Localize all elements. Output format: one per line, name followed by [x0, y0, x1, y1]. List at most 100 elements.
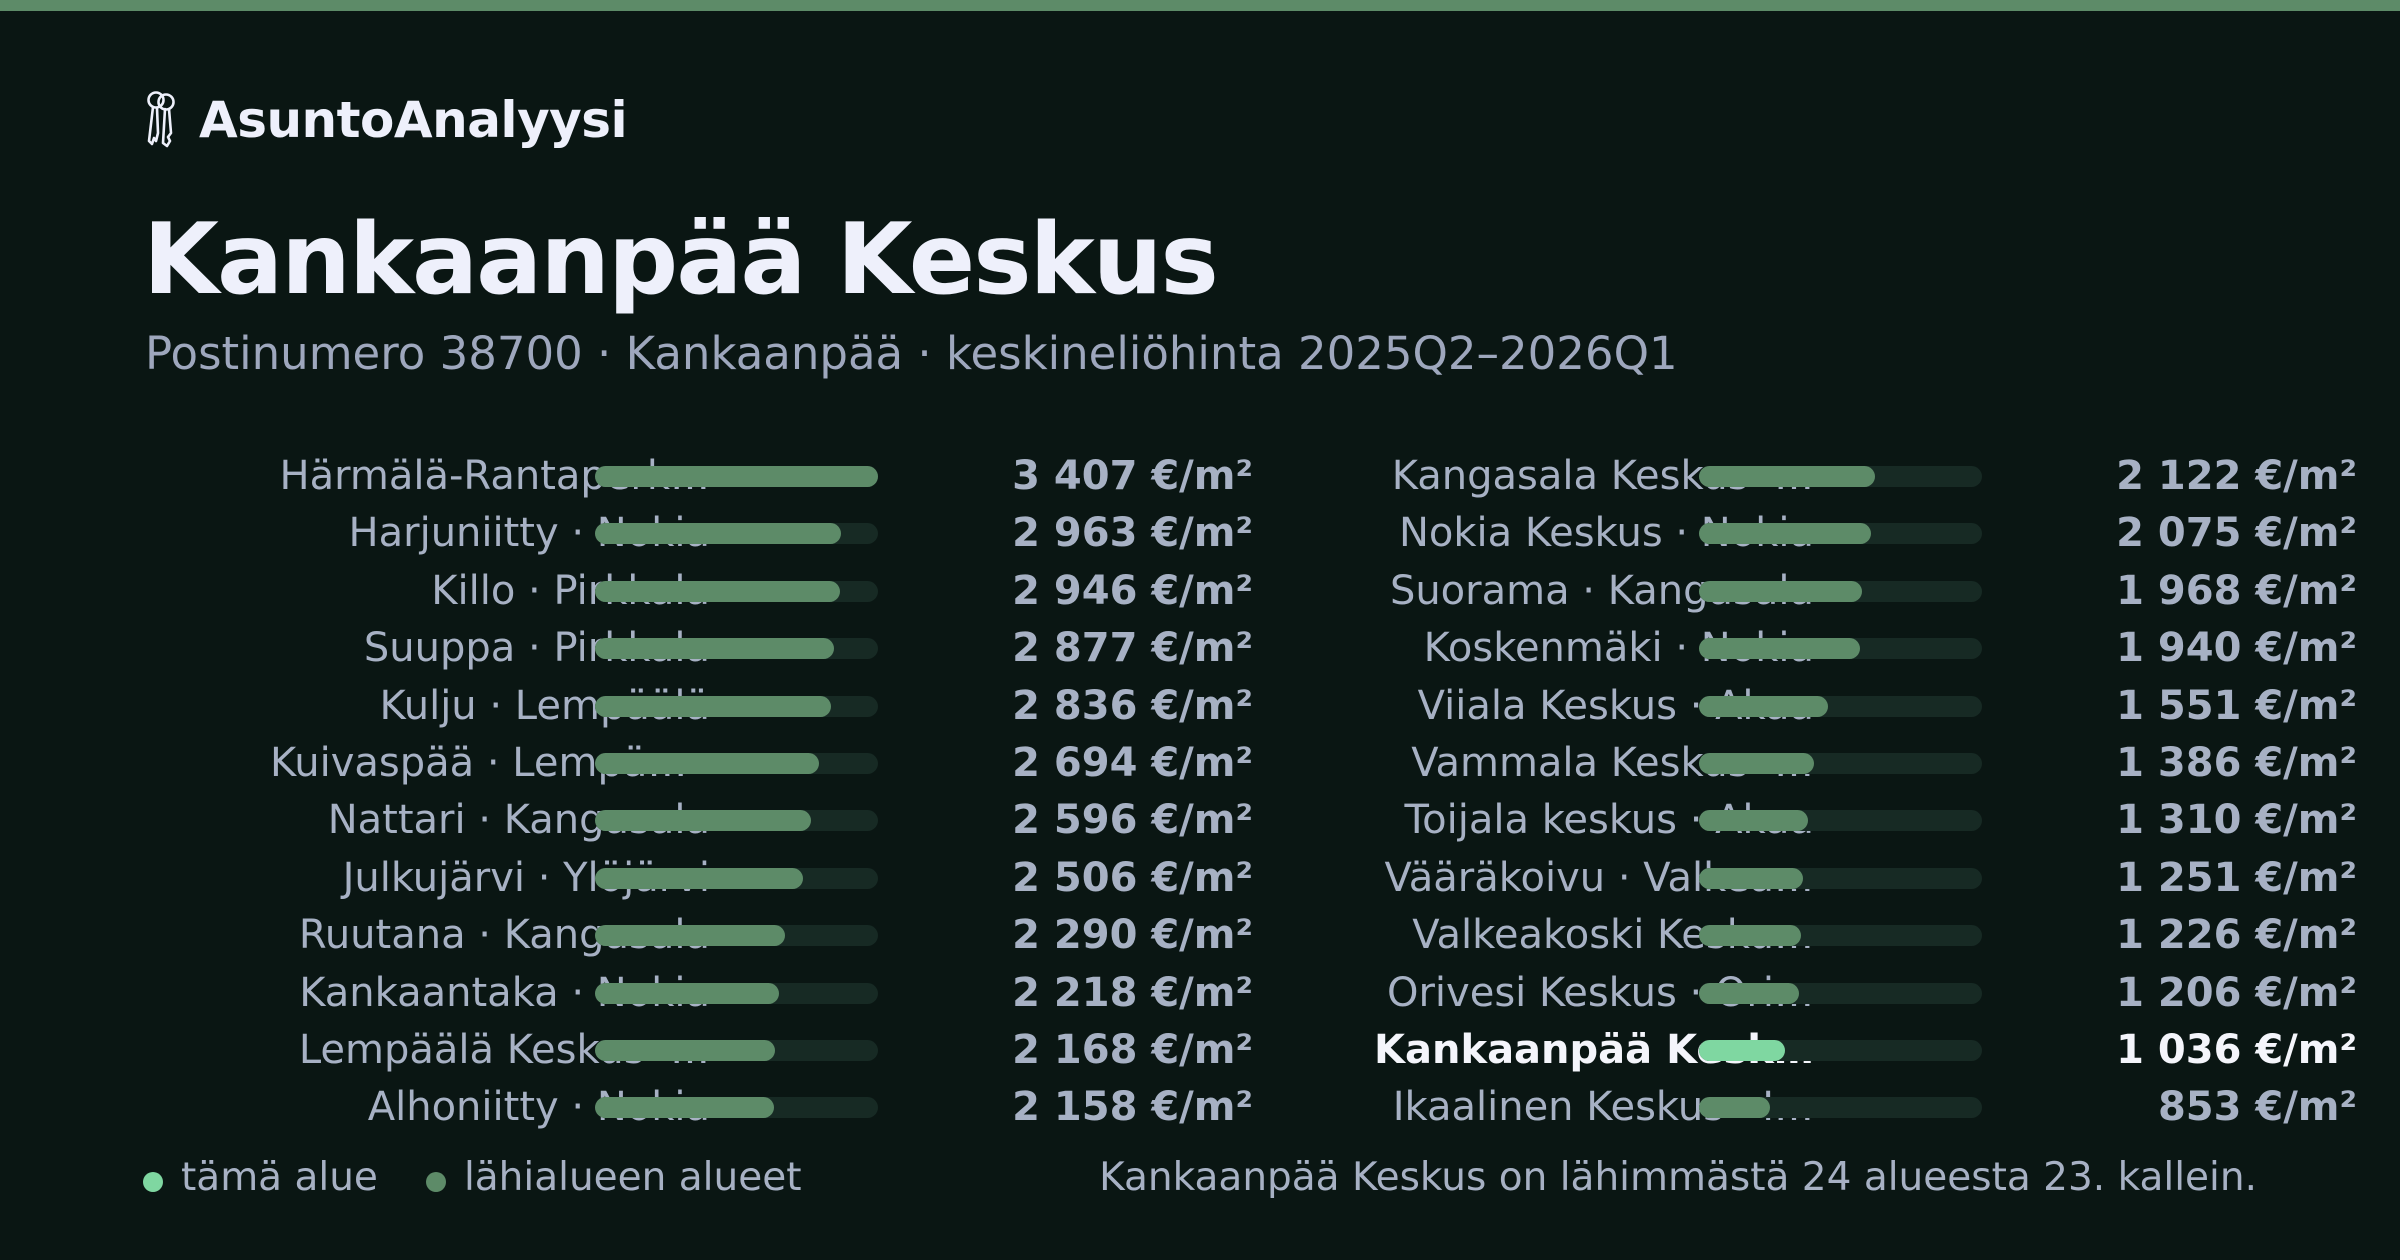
bar-fill	[595, 1097, 775, 1119]
bar-row: Vääräkoivu · Valkea… 1 251 €/m²	[1247, 849, 2357, 906]
bar-value-label: 1 310 €/m²	[2116, 797, 2357, 844]
bar-value-label: 1 940 €/m²	[2116, 625, 2357, 672]
bar-row: Kangasala Keskus ·… 2 122 €/m²	[1247, 447, 2357, 504]
bar-value-label: 2 218 €/m²	[1012, 969, 1253, 1016]
bar-value-label: 2 596 €/m²	[1012, 797, 1253, 844]
legend-label-nearby-areas: lähialueen alueet	[463, 1155, 802, 1200]
bar-value-label: 2 122 €/m²	[2116, 453, 2357, 499]
bar-fill	[1699, 638, 1861, 660]
bar-track	[1699, 752, 1982, 774]
bar-fill	[1699, 1097, 1770, 1119]
bar-row: Kulju · Lempäälä 2 836 €/m²	[143, 677, 1253, 734]
bar-track	[1699, 638, 1982, 660]
bar-value-label: 2 946 €/m²	[1012, 567, 1253, 614]
rank-footnote: Kankaanpää Keskus on lähimmästä 24 aluee…	[1099, 1155, 2257, 1200]
bar-row: Kuivaspää · Lempää… 2 694 €/m²	[143, 734, 1253, 791]
bar-value-label: 3 407 €/m²	[1012, 453, 1253, 499]
bar-row: Orivesi Keskus · Ori… 1 206 €/m²	[1247, 964, 2357, 1021]
bar-row: Toijala keskus · Akaa 1 310 €/m²	[1247, 791, 2358, 848]
bar-track	[595, 867, 878, 889]
bar-row: Julkujärvi · Ylöjärvi 2 506 €/m²	[143, 849, 1253, 906]
bar-value-label: 853 €/m²	[2157, 1084, 2357, 1131]
legend-label-this-area: tämä alue	[181, 1155, 378, 1200]
bar-value-label: 2 694 €/m²	[1012, 739, 1253, 786]
page-title: Kankaanpää Keskus	[143, 203, 1219, 317]
bar-row: Killo · Pirkkala 2 946 €/m²	[143, 562, 1253, 619]
bar-fill	[1699, 810, 1808, 832]
legend-item-nearby-areas: lähialueen alueet	[425, 1150, 802, 1206]
bar-fill	[595, 580, 840, 602]
bar-row: Suorama · Kangasala 1 968 €/m²	[1247, 562, 2357, 619]
legend-dot-nearby-areas	[425, 1172, 446, 1192]
bar-value-label: 1 251 €/m²	[2116, 854, 2357, 901]
bar-track	[1699, 867, 1982, 889]
bar-track	[595, 982, 878, 1004]
bar-fill	[1699, 580, 1863, 602]
bar-track	[1699, 982, 1982, 1004]
legend-dot-this-area	[143, 1172, 163, 1192]
bar-value-label: 2 075 €/m²	[2116, 510, 2357, 557]
bar-fill	[595, 638, 834, 660]
bar-row: Viiala Keskus · Akaa 1 551 €/m²	[1247, 677, 2357, 734]
bar-track	[595, 695, 878, 717]
bar-fill	[1699, 695, 1828, 717]
bar-track	[595, 810, 878, 832]
bar-row: Vammala Keskus ·… 1 386 €/m²	[1247, 734, 2357, 791]
bar-track	[595, 638, 878, 660]
bar-value-label: 2 836 €/m²	[1012, 682, 1253, 729]
bar-track	[1699, 695, 1982, 717]
bar-fill	[595, 925, 786, 947]
bar-row: Nattari · Kangasala 2 596 €/m²	[143, 791, 1253, 848]
bar-row-highlight: Kankaanpää Kesku… 1 036 €/m²	[1247, 1021, 2357, 1078]
bar-row: Harjuniitty · Nokia 2 963 €/m²	[143, 504, 1253, 561]
bar-row: Valkeakoski Kesku… 1 226 €/m²	[1247, 906, 2357, 963]
bar-fill	[1699, 466, 1876, 487]
bar-fill-highlight	[1699, 1039, 1786, 1061]
bar-fill	[595, 695, 831, 717]
bar-track	[595, 466, 878, 487]
brand-name: AsuntoAnalyysi	[199, 91, 628, 149]
bar-fill	[1699, 867, 1803, 889]
bar-row: Kankaantaka · Nokia 2 218 €/m²	[143, 964, 1253, 1021]
brand: AsuntoAnalyysi	[143, 88, 628, 152]
bar-value-label: 2 290 €/m²	[1012, 912, 1253, 959]
bar-track	[1699, 1097, 1982, 1119]
bar-value-label: 1 551 €/m²	[2116, 682, 2357, 729]
bar-fill	[595, 1039, 776, 1061]
chart-column-right: Kangasala Keskus ·… 2 122 €/m² Nokia Kesku…	[1247, 447, 2357, 1136]
bar-track	[595, 580, 878, 602]
legend-item-this-area: tämä alue	[143, 1150, 378, 1206]
bar-value-label: 2 877 €/m²	[1012, 625, 1253, 672]
bar-row: Ruutana · Kangasala 2 290 €/m²	[143, 906, 1253, 963]
bar-track	[1699, 810, 1982, 832]
bar-fill	[595, 867, 804, 889]
bar-fill	[1699, 752, 1815, 774]
bar-track	[1699, 1039, 1982, 1061]
bar-track	[595, 1039, 878, 1061]
page-subtitle: Postinumero 38700 · Kankaanpää · keskine…	[145, 327, 1678, 380]
bar-track	[1699, 523, 1982, 545]
bar-track	[1699, 925, 1982, 947]
bar-track	[595, 1097, 878, 1119]
bar-fill	[595, 982, 780, 1004]
bar-value-label: 2 963 €/m²	[1012, 510, 1253, 557]
bar-track	[1699, 466, 1982, 487]
chart-legend: tämä alue lähialueen alueet	[143, 1150, 850, 1206]
bar-row: Ikaalinen Keskus · I… 853 €/m²	[1247, 1078, 2357, 1135]
bar-track	[595, 925, 878, 947]
bar-row: Nokia Keskus · Nokia 2 075 €/m²	[1247, 504, 2357, 561]
keys-icon	[147, 91, 175, 148]
bar-row: Härmälä-Rantaperk… 3 407 €/m²	[143, 447, 1253, 504]
bar-row: Alhoniitty · Nokia 2 158 €/m²	[143, 1078, 1253, 1135]
bar-track	[1699, 580, 1982, 602]
bar-value-label: 2 158 €/m²	[1012, 1084, 1253, 1131]
bar-fill	[595, 752, 819, 774]
bar-track	[595, 752, 878, 774]
bar-value-label: 2 168 €/m²	[1012, 1026, 1253, 1073]
bar-fill	[595, 810, 811, 832]
bar-row: Suuppa · Pirkkala 2 877 €/m²	[143, 619, 1253, 676]
top-accent-bar	[0, 0, 2400, 11]
bar-fill	[595, 466, 878, 487]
bar-value-label: 1 386 €/m²	[2116, 739, 2357, 786]
bar-row: Koskenmäki · Nokia 1 940 €/m²	[1247, 619, 2357, 676]
